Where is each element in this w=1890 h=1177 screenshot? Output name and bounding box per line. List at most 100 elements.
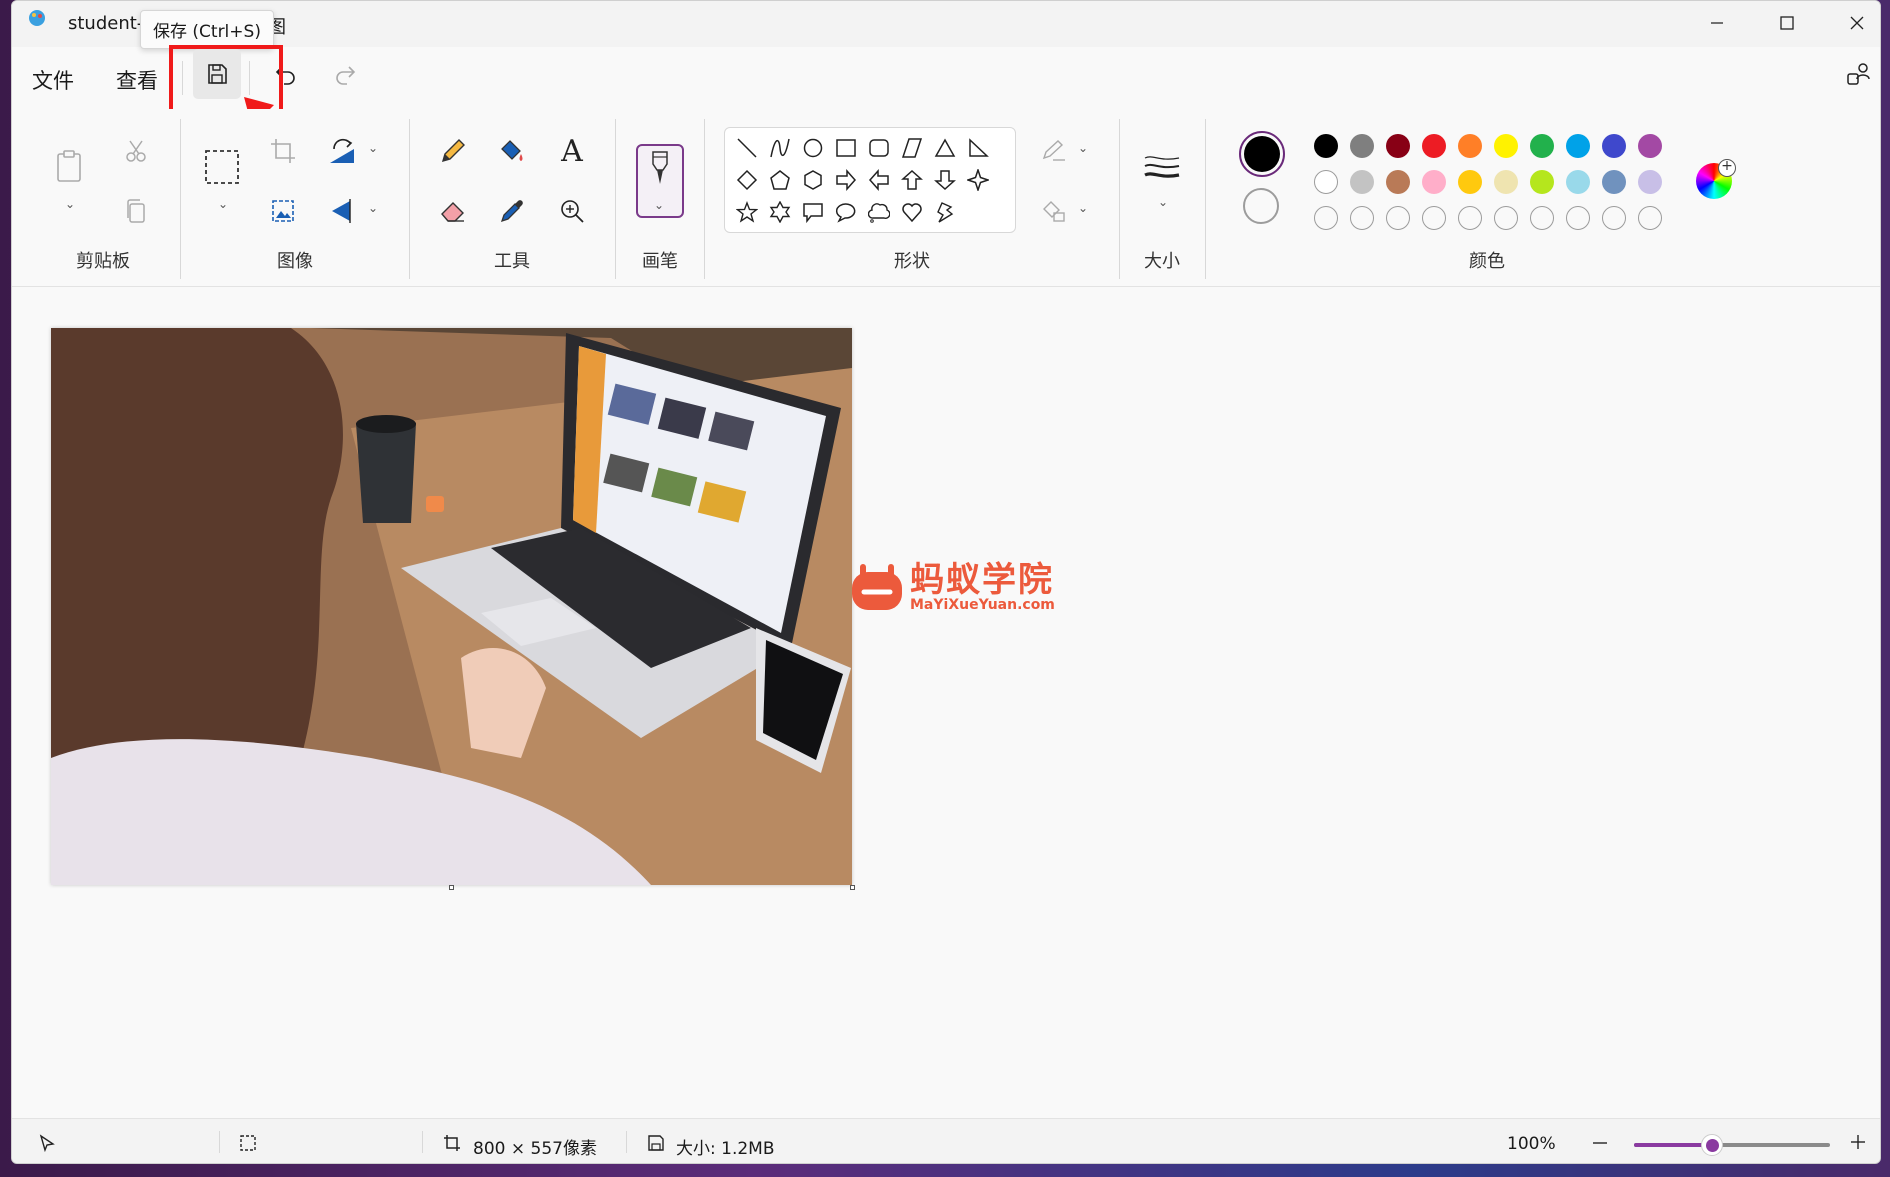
- color-swatch[interactable]: [1566, 170, 1590, 194]
- account-button[interactable]: [1834, 49, 1880, 99]
- copy-button[interactable]: [116, 191, 156, 231]
- zoom-slider-thumb[interactable]: [1701, 1134, 1724, 1156]
- shape-cloud-callout[interactable]: [865, 198, 893, 226]
- custom-color-slot[interactable]: [1422, 206, 1446, 230]
- paste-button[interactable]: [49, 146, 89, 186]
- custom-color-slot[interactable]: [1566, 206, 1590, 230]
- shape-oval[interactable]: [799, 134, 827, 162]
- scissors-icon: [126, 140, 146, 162]
- color-swatch[interactable]: [1314, 170, 1338, 194]
- shape-right-arrow[interactable]: [832, 166, 860, 194]
- shape-triangle[interactable]: [931, 134, 959, 162]
- zoom-out-button[interactable]: [1590, 1131, 1618, 1155]
- fill-button[interactable]: [492, 131, 532, 171]
- minimize-button[interactable]: [1682, 1, 1752, 45]
- redo-button[interactable]: [321, 49, 369, 99]
- shape-line[interactable]: [733, 134, 761, 162]
- shape-pentagon[interactable]: [766, 166, 794, 194]
- close-button[interactable]: [1822, 1, 1880, 45]
- menu-view[interactable]: 查看: [116, 65, 158, 95]
- custom-color-slot[interactable]: [1350, 206, 1374, 230]
- menu-file[interactable]: 文件: [32, 65, 74, 95]
- shape-lightning[interactable]: [931, 198, 959, 226]
- color-swatch[interactable]: [1386, 134, 1410, 158]
- color-swatch[interactable]: [1602, 170, 1626, 194]
- shape-oval-callout[interactable]: [832, 198, 860, 226]
- shape-left-arrow[interactable]: [865, 166, 893, 194]
- color-swatch[interactable]: [1314, 134, 1338, 158]
- shape-fill-dropdown-caret[interactable]: ⌄: [1078, 201, 1088, 215]
- flip-dropdown-caret[interactable]: ⌄: [368, 201, 378, 215]
- color-swatch[interactable]: [1494, 134, 1518, 158]
- cut-button[interactable]: [116, 131, 156, 171]
- flip-button[interactable]: [322, 191, 362, 231]
- color-swatch[interactable]: [1350, 170, 1374, 194]
- color-swatch[interactable]: [1530, 134, 1554, 158]
- color-swatch[interactable]: [1386, 170, 1410, 194]
- select-dropdown-caret[interactable]: ⌄: [218, 197, 228, 211]
- six-point-star-icon: [769, 201, 791, 223]
- color-swatch[interactable]: [1422, 170, 1446, 194]
- rotate-dropdown-caret[interactable]: ⌄: [368, 141, 378, 155]
- shape-heart[interactable]: [898, 198, 926, 226]
- shape-hexagon[interactable]: [799, 166, 827, 194]
- custom-color-slot[interactable]: [1638, 206, 1662, 230]
- shape-rect-callout[interactable]: [799, 198, 827, 226]
- eraser-button[interactable]: [433, 191, 473, 231]
- color-swatch[interactable]: [1350, 134, 1374, 158]
- canvas-image[interactable]: [51, 328, 852, 885]
- shape-right-triangle[interactable]: [964, 134, 992, 162]
- color-swatch[interactable]: [1422, 134, 1446, 158]
- secondary-color-button[interactable]: [1243, 188, 1279, 224]
- size-button[interactable]: [1142, 149, 1182, 189]
- canvas-area[interactable]: [12, 288, 1880, 1118]
- shape-polygon[interactable]: [898, 134, 926, 162]
- shape-down-arrow[interactable]: [931, 166, 959, 194]
- custom-color-slot[interactable]: [1530, 206, 1554, 230]
- shape-diamond[interactable]: [733, 166, 761, 194]
- zoom-slider[interactable]: [1634, 1134, 1830, 1156]
- color-swatch[interactable]: [1494, 170, 1518, 194]
- shape-curve[interactable]: [766, 134, 794, 162]
- custom-color-slot[interactable]: [1386, 206, 1410, 230]
- brushes-dropdown-caret[interactable]: ⌄: [654, 198, 664, 212]
- shape-five-point-star[interactable]: [733, 198, 761, 226]
- outline-dropdown-caret[interactable]: ⌄: [1078, 141, 1088, 155]
- shape-rounded-rectangle[interactable]: [865, 134, 893, 162]
- group-label-tools: 工具: [494, 251, 530, 272]
- color-swatch[interactable]: [1638, 170, 1662, 194]
- custom-color-slot[interactable]: [1602, 206, 1626, 230]
- color-swatch[interactable]: [1458, 170, 1482, 194]
- resize-button[interactable]: [263, 191, 303, 231]
- zoom-in-button[interactable]: [1848, 1131, 1876, 1155]
- custom-color-slot[interactable]: [1494, 206, 1518, 230]
- primary-color-button[interactable]: [1239, 131, 1285, 177]
- paste-dropdown-caret[interactable]: ⌄: [65, 197, 75, 211]
- color-swatch[interactable]: [1566, 134, 1590, 158]
- shape-up-arrow[interactable]: [898, 166, 926, 194]
- size-dropdown-caret[interactable]: ⌄: [1158, 195, 1168, 209]
- shape-four-point-star[interactable]: [964, 166, 992, 194]
- magnifier-button[interactable]: [552, 191, 592, 231]
- resize-handle-corner[interactable]: [850, 885, 855, 890]
- brushes-button[interactable]: ⌄: [636, 144, 684, 218]
- shape-fill-button[interactable]: [1034, 191, 1074, 231]
- select-button[interactable]: [202, 147, 242, 187]
- ribbon-divider: [1119, 119, 1120, 279]
- shape-six-point-star[interactable]: [766, 198, 794, 226]
- custom-color-slot[interactable]: [1314, 206, 1338, 230]
- color-swatch[interactable]: [1602, 134, 1626, 158]
- color-swatch[interactable]: [1638, 134, 1662, 158]
- custom-color-slot[interactable]: [1458, 206, 1482, 230]
- text-button[interactable]: A: [552, 131, 592, 171]
- crop-button[interactable]: [263, 131, 303, 171]
- resize-handle-bottom[interactable]: [449, 885, 454, 890]
- pencil-button[interactable]: [433, 131, 473, 171]
- maximize-button[interactable]: [1752, 1, 1822, 45]
- color-picker-button[interactable]: [492, 191, 532, 231]
- color-swatch[interactable]: [1458, 134, 1482, 158]
- color-swatch[interactable]: [1530, 170, 1554, 194]
- shape-rectangle[interactable]: [832, 134, 860, 162]
- rotate-button[interactable]: [322, 131, 362, 171]
- outline-button[interactable]: [1034, 131, 1074, 171]
